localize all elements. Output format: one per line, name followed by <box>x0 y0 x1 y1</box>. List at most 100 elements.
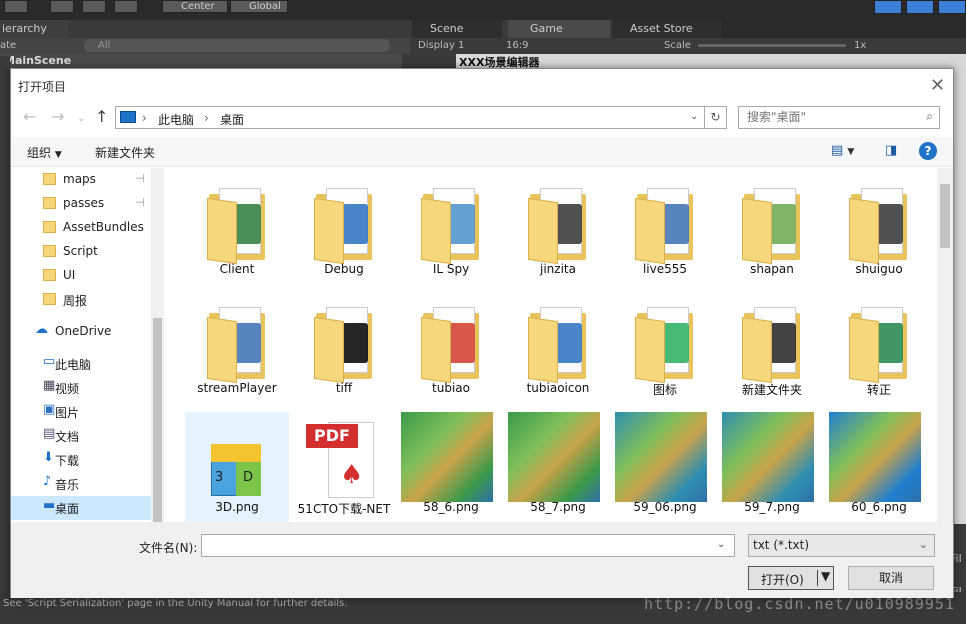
folder-icon <box>847 301 911 384</box>
file-item[interactable]: 新建文件夹 <box>720 293 824 411</box>
file-name: IL Spy <box>432 262 470 276</box>
crumb-this-pc[interactable]: 此电脑 <box>158 111 194 128</box>
file-item[interactable]: 60_6.png <box>827 412 931 522</box>
file-item[interactable]: 59_06.png <box>613 412 717 522</box>
preview-pane-icon[interactable]: ◨ <box>885 143 897 158</box>
computer-icon <box>120 111 136 123</box>
sidebar-item-4[interactable]: Script <box>11 240 151 264</box>
sidebar-item-label: 音乐 <box>55 478 80 492</box>
recent-dropdown-icon[interactable]: ⌄ <box>77 113 85 124</box>
open-button[interactable]: 打开(O) ▼ <box>748 566 834 590</box>
file-scroll-thumb[interactable] <box>940 184 950 248</box>
file-name: 3D.png <box>215 500 259 514</box>
file-item[interactable]: streamPlayer <box>185 293 289 411</box>
new-folder-button[interactable]: 新建文件夹 <box>95 144 155 161</box>
file-name: jinzita <box>540 262 576 276</box>
file-name: Debug <box>324 262 364 276</box>
sidebar-item-2[interactable]: passes ⊣ <box>11 192 151 216</box>
hand-tool-button[interactable] <box>4 0 28 13</box>
up-arrow-icon[interactable]: ↑ <box>95 107 108 126</box>
filename-input[interactable] <box>201 534 735 557</box>
help-icon[interactable]: ? <box>919 142 937 160</box>
scale-tool-button[interactable] <box>82 0 106 13</box>
filename-dropdown-icon[interactable]: ⌄ <box>717 539 725 550</box>
file-item[interactable]: PDF ♠ 51CTO下载-NET <box>292 412 396 522</box>
tab-bar-filler <box>722 20 966 38</box>
sidebar-item-label: passes <box>63 196 105 210</box>
open-file-dialog: 打开项目 ✕ ← → ⌄ ↑ › 此电脑 › 桌面 ⌄ ↻ ⌕ 组织 ▼ 新建文… <box>10 68 954 598</box>
tab-game[interactable]: Game <box>508 20 610 38</box>
file-name: 59_7.png <box>744 500 800 514</box>
sidebar-item-11[interactable]: ▤ 文档 <box>11 424 151 448</box>
file-item[interactable]: 59_7.png <box>720 412 824 522</box>
file-item[interactable]: shapan <box>720 174 824 292</box>
file-name: tiff <box>335 381 353 395</box>
sidebar-item-label: 下载 <box>55 454 80 468</box>
create-dropdown[interactable]: ate <box>0 40 16 51</box>
file-name: streamPlayer <box>197 381 277 395</box>
cancel-button[interactable]: 取消 <box>848 566 934 590</box>
file-name: 58_7.png <box>530 500 586 514</box>
scale-label: Scale <box>664 40 691 51</box>
tab-hierarchy[interactable]: ierarchy <box>0 20 68 38</box>
sidebar-item-12[interactable]: ⬇ 下载 <box>11 448 151 472</box>
file-name: 60_6.png <box>851 500 907 514</box>
pivot-global-button[interactable]: Global <box>230 0 288 13</box>
pause-button[interactable] <box>906 0 934 14</box>
sidebar-item-6[interactable]: 周报 <box>11 288 151 312</box>
filetype-select[interactable]: txt (*.txt) ⌄ <box>748 534 935 557</box>
file-item[interactable]: Debug <box>292 174 396 292</box>
sidebar-item-7[interactable]: ☁ OneDrive <box>11 320 151 344</box>
sidebar-item-5[interactable]: UI <box>11 264 151 288</box>
file-item[interactable]: shuiguo <box>827 174 931 292</box>
close-icon[interactable]: ✕ <box>930 75 945 96</box>
tab-scene[interactable]: Scene <box>412 20 502 38</box>
file-name: 转正 <box>866 383 891 397</box>
search-icon[interactable]: ⌕ <box>926 109 933 124</box>
file-item[interactable]: 58_7.png <box>506 412 610 522</box>
file-item[interactable]: 3 D 3D.png <box>185 412 289 522</box>
filetype-value: txt (*.txt) <box>753 538 810 552</box>
open-options-arrow-icon[interactable]: ▼ <box>821 569 830 583</box>
scale-slider[interactable] <box>698 44 846 47</box>
address-bar[interactable]: › 此电脑 › 桌面 ⌄ <box>115 106 705 129</box>
file-name: tubiaoicon <box>526 381 590 395</box>
search-input[interactable] <box>747 107 917 127</box>
rect-tool-button[interactable] <box>114 0 138 13</box>
sidebar-item-9[interactable]: ▦ 视频 <box>11 376 151 400</box>
file-item[interactable]: IL Spy <box>399 174 503 292</box>
file-item[interactable]: jinzita <box>506 174 610 292</box>
play-button[interactable] <box>874 0 902 14</box>
sidebar-item-13[interactable]: ♪ 音乐 <box>11 472 151 496</box>
step-button[interactable] <box>938 0 966 14</box>
hierarchy-search[interactable]: All <box>84 39 390 52</box>
refresh-icon[interactable]: ↻ <box>705 106 727 129</box>
folder-icon <box>205 182 269 265</box>
rotate-tool-button[interactable] <box>50 0 74 13</box>
aspect-select[interactable]: 16:9 <box>506 40 528 51</box>
sidebar-item-3[interactable]: AssetBundles <box>11 216 151 240</box>
file-item[interactable]: 58_6.png <box>399 412 503 522</box>
sidebar-item-10[interactable]: ▣ 图片 <box>11 400 151 424</box>
display-select[interactable]: Display 1 <box>418 40 464 51</box>
navigation-scroll-thumb[interactable] <box>153 318 162 528</box>
file-item[interactable]: live555 <box>613 174 717 292</box>
console-text: See 'Script Serialization' page in the U… <box>3 598 348 609</box>
organize-menu[interactable]: 组织 ▼ <box>27 144 62 161</box>
sidebar-item-14[interactable]: ▬ 桌面 <box>11 496 151 520</box>
file-item[interactable]: Client <box>185 174 289 292</box>
file-item[interactable]: tiff <box>292 293 396 411</box>
view-options-icon[interactable]: ▤ ▼ <box>831 143 854 158</box>
file-item[interactable]: 图标 <box>613 293 717 411</box>
back-arrow-icon[interactable]: ← <box>23 107 36 126</box>
forward-arrow-icon[interactable]: → <box>51 107 64 126</box>
address-dropdown-icon[interactable]: ⌄ <box>690 111 698 122</box>
sidebar-item-1[interactable]: maps ⊣ <box>11 168 151 192</box>
tab-asset-store[interactable]: Asset Store <box>612 20 722 38</box>
sidebar-item-8[interactable]: ▭ 此电脑 <box>11 352 151 376</box>
file-item[interactable]: 转正 <box>827 293 931 411</box>
file-item[interactable]: tubiao <box>399 293 503 411</box>
crumb-desktop[interactable]: 桌面 <box>220 111 244 128</box>
pivot-center-button[interactable]: Center <box>162 0 228 13</box>
file-item[interactable]: tubiaoicon <box>506 293 610 411</box>
